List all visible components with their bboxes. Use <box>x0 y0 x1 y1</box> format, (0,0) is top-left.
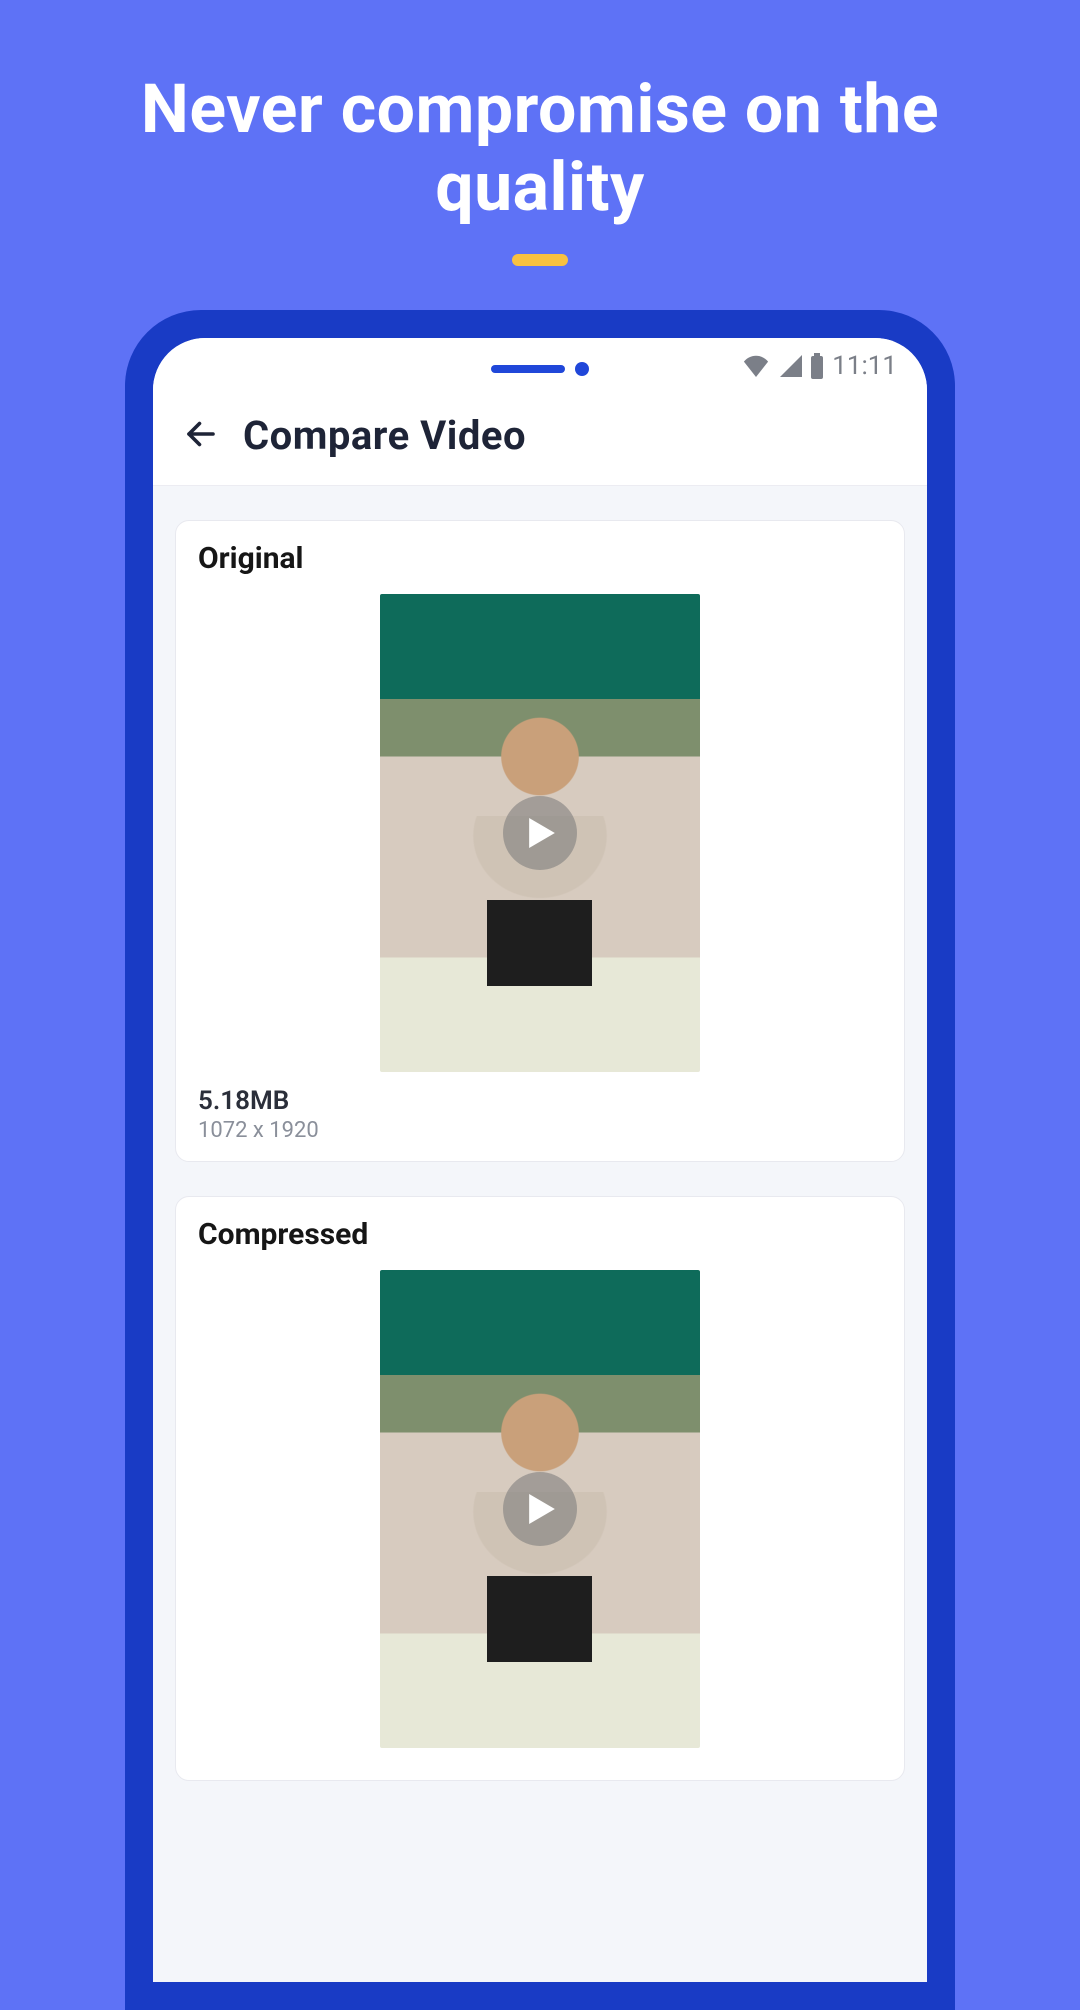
compressed-thumbnail-wrap <box>198 1270 882 1748</box>
notch-dot <box>575 362 589 376</box>
app-header: Compare Video <box>153 394 927 486</box>
status-bar: 11:11 <box>153 338 927 394</box>
status-time: 11:11 <box>832 351 897 381</box>
back-button[interactable] <box>181 416 221 456</box>
page-title: Compare Video <box>243 412 526 459</box>
phone-screen: 11:11 Compare Video Original <box>153 338 927 1982</box>
phone-frame: 11:11 Compare Video Original <box>125 310 955 2010</box>
wifi-icon <box>742 355 770 377</box>
original-thumbnail-wrap <box>198 594 882 1072</box>
compressed-card: Compressed <box>175 1196 905 1781</box>
battery-icon <box>810 353 824 379</box>
status-right: 11:11 <box>742 351 897 381</box>
cellular-icon <box>778 355 802 377</box>
promo-underline <box>512 254 568 266</box>
arrow-left-icon <box>183 416 219 456</box>
compressed-video-thumbnail[interactable] <box>380 1270 700 1748</box>
promo-heading: Never compromise on the quality <box>0 0 1080 226</box>
original-dimensions: 1072 x 1920 <box>198 1118 882 1143</box>
original-card-title: Original <box>198 541 882 576</box>
original-video-thumbnail[interactable] <box>380 594 700 1072</box>
notch-indicator <box>491 362 589 376</box>
original-file-size: 5.18MB <box>198 1086 882 1116</box>
notch-bar <box>491 365 565 373</box>
compressed-card-title: Compressed <box>198 1217 882 1252</box>
play-icon <box>525 1494 555 1524</box>
play-button-original[interactable] <box>503 796 577 870</box>
play-button-compressed[interactable] <box>503 1472 577 1546</box>
original-card: Original 5.18MB 1072 x 1920 <box>175 520 905 1162</box>
content-area: Original 5.18MB 1072 x 1920 Compressed <box>153 486 927 1982</box>
play-icon <box>525 818 555 848</box>
